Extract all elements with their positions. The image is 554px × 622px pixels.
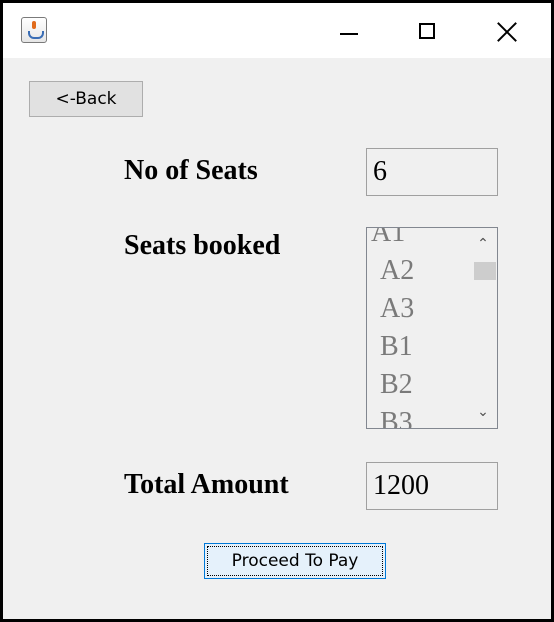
list-item[interactable]: B3 [367,404,467,428]
seats-field[interactable]: 6 [366,148,498,196]
proceed-to-pay-button[interactable]: Proceed To Pay [204,543,386,579]
java-cup [28,31,44,39]
seats-booked-label: Seats booked [124,230,281,261]
scrollbar-thumb[interactable] [474,262,496,280]
list-item[interactable]: B1 [367,328,467,366]
java-icon[interactable] [21,17,47,43]
list-item[interactable]: A3 [367,290,467,328]
minimize-icon[interactable] [328,11,368,51]
seats-label: No of Seats [124,155,258,186]
list-items: A1 A2 A3 B1 B2 B3 [367,228,467,428]
list-item[interactable]: B2 [367,366,467,404]
close-icon[interactable] [487,11,527,51]
maximize-icon[interactable] [407,11,447,51]
list-scrollbar[interactable]: ⌃ ⌄ [469,228,497,428]
total-amount-field[interactable]: 1200 [366,462,498,510]
seats-booked-list[interactable]: A1 A2 A3 B1 B2 B3 ⌃ ⌄ [366,227,498,429]
minimize-glyph [340,33,358,35]
total-amount-label: Total Amount [124,469,289,500]
booking-window: <-Back No of Seats 6 Seats booked A1 A2 A3… [0,0,554,622]
maximize-glyph [419,23,435,39]
chevron-up-icon[interactable]: ⌃ [469,230,497,258]
list-item[interactable]: A2 [367,252,467,290]
title-bar [3,3,551,58]
java-steam [32,21,36,29]
list-item[interactable]: A1 [367,228,467,252]
chevron-down-icon[interactable]: ⌄ [469,398,497,426]
back-button[interactable]: <-Back [29,81,143,117]
